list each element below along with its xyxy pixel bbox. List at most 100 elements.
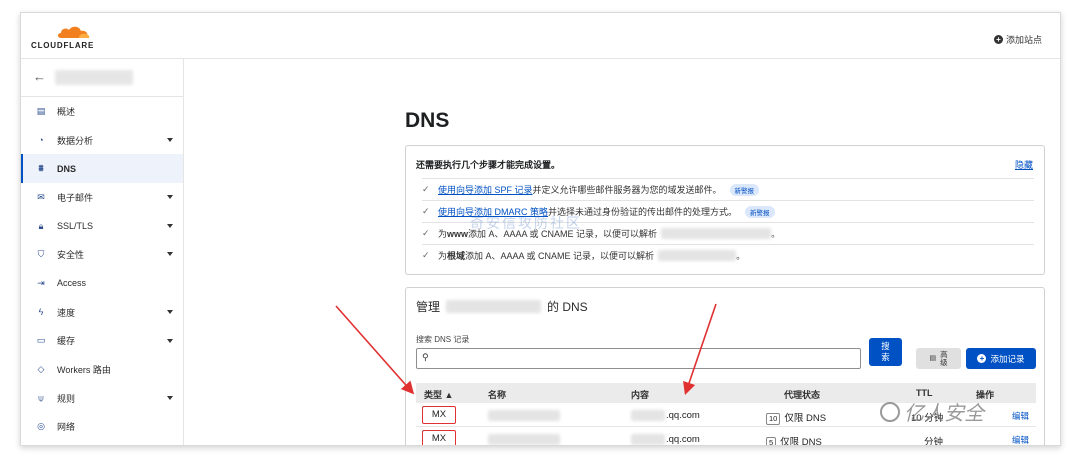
sidebar-item-4[interactable]: 🔒︎ SSL/TLS — [21, 212, 183, 241]
search-button[interactable]: 搜 索 — [869, 338, 902, 366]
sidebar-back-row: ← — [21, 59, 183, 97]
check-icon: ✓ — [422, 250, 430, 260]
top-bar: CLOUDFLARE + 添加站点 — [21, 13, 1060, 59]
sidebar-item-label: 安全性 — [57, 250, 85, 261]
table-row[interactable]: MX .qq.com 5 仅限 DNS 分钟 编辑 — [416, 428, 1036, 446]
cloudflare-logo[interactable]: CLOUDFLARE — [31, 25, 101, 53]
check-icon: ✓ — [422, 206, 430, 216]
sidebar-item-label: 数据分析 — [57, 135, 94, 146]
new-alert-badge: 新警报 — [745, 205, 775, 218]
proxy-status: 10 仅限 DNS — [766, 410, 826, 425]
sidebar-item-label: 网络 — [57, 422, 76, 433]
location-icon: ◎ — [37, 421, 45, 432]
record-type: MX — [422, 430, 456, 445]
add-site-button[interactable]: + 添加站点 — [993, 33, 1042, 46]
col-content: 内容 — [631, 390, 650, 400]
col-name: 名称 — [488, 390, 507, 400]
email-icon: ✉ — [37, 191, 45, 202]
search-icon: ⚲ — [422, 352, 429, 362]
edit-link[interactable]: 编辑 — [1012, 410, 1029, 422]
sidebar-item-label: Workers 路由 — [57, 365, 111, 376]
proxy-status: 5 仅限 DNS — [766, 434, 822, 445]
chevron-down-icon — [167, 338, 173, 343]
setup-step-spf: ✓ 使用向导添加 SPF 记录 并定义允许哪些邮件服务器为您的域发送邮件。 新警… — [422, 178, 1034, 200]
wechat-icon — [880, 401, 900, 422]
sidebar-item-7[interactable]: ϟ 速度 — [21, 298, 183, 327]
new-alert-badge: 新警报 — [729, 183, 760, 196]
root-step-prefix: 为 — [438, 251, 448, 261]
sidebar-item-5[interactable]: ⛉ 安全性 — [21, 240, 183, 269]
col-type[interactable]: 类型 ▲ — [424, 388, 453, 401]
dns-heading: 管理 的 DNS — [416, 298, 588, 315]
clock-chart-icon: ◔ — [38, 135, 44, 146]
sidebar-item-8[interactable]: ▭ 缓存 — [21, 327, 183, 356]
chevron-down-icon — [167, 137, 173, 142]
setup-card: 还需要执行几个步骤才能完成设置。 隐藏 ✓ 使用向导添加 SPF 记录 并定义允… — [405, 145, 1045, 275]
spf-wizard-link[interactable]: 使用向导添加 SPF 记录 — [438, 183, 533, 196]
root-step-suffix: 。 — [736, 251, 746, 261]
sidebar-nav: ▤ 概述 ◔ 数据分析 ⩩ DNS ✉ 电子邮件 🔒︎ SSL/TLS ⛉ 安全性 ⇥ Access ϟ 速度… — [21, 97, 183, 441]
lock-icon: 🔒︎ — [38, 220, 44, 231]
chevron-down-icon — [167, 252, 173, 257]
record-content: .qq.com — [666, 434, 700, 445]
priority-tag: 5 — [766, 437, 777, 445]
sidebar-item-0[interactable]: ▤ 概述 — [21, 97, 183, 126]
redacted-content — [631, 410, 665, 421]
record-type: MX — [422, 406, 456, 424]
sidebar-item-label: 规则 — [57, 393, 76, 404]
www-step-suffix: 。 — [771, 229, 781, 239]
sidebar-item-10[interactable]: ⍦ 规则 — [21, 384, 183, 413]
document-icon: ▤ — [36, 105, 46, 116]
dns-heading-suffix: 的 DNS — [547, 300, 588, 314]
sidebar-item-2[interactable]: ⩩ DNS — [21, 154, 183, 184]
sidebar-item-label: Access — [57, 278, 87, 289]
plus-circle-icon: + — [977, 354, 987, 363]
page-title: DNS — [405, 109, 450, 132]
dns-heading-prefix: 管理 — [416, 300, 441, 314]
chevron-down-icon — [167, 195, 173, 200]
add-record-button[interactable]: + 添加记录 — [966, 348, 1036, 369]
check-icon: ✓ — [422, 228, 430, 238]
redacted-domain — [661, 228, 772, 239]
search-input[interactable]: ⚲ — [416, 348, 861, 369]
record-ttl: 分钟 — [924, 437, 944, 446]
shield-icon: ⛉ — [37, 249, 45, 260]
check-icon: ✓ — [422, 184, 430, 194]
sidebar-item-label: 概述 — [57, 106, 76, 117]
storage-icon: ▭ — [36, 335, 46, 346]
sidebar-item-label: 速度 — [57, 307, 76, 318]
redacted-content — [631, 434, 665, 445]
watermark-center: 奇安信攻防社区 — [470, 215, 582, 231]
domain-name-redacted — [55, 70, 133, 85]
network-icon: ⩩ — [38, 163, 44, 174]
sidebar-item-6[interactable]: ⇥ Access — [21, 269, 183, 298]
www-step-bold: www — [447, 228, 469, 239]
sidebar-item-1[interactable]: ◔ 数据分析 — [21, 126, 183, 155]
priority-tag: 10 — [766, 413, 781, 425]
sidebar-item-label: DNS — [57, 163, 77, 174]
www-step-prefix: 为 — [438, 229, 448, 239]
lightning-icon: ϟ — [38, 307, 44, 318]
sidebar-item-label: 电子邮件 — [57, 192, 94, 203]
watermark-corner: 亿人安全 — [880, 397, 984, 426]
root-step-bold: 根域 — [447, 251, 466, 261]
filter-icon: ▤ — [929, 354, 937, 362]
chevron-down-icon — [167, 223, 173, 228]
sidebar-item-label: SSL/TLS — [57, 221, 94, 232]
edit-link[interactable]: 编辑 — [1012, 434, 1029, 445]
sidebar-item-9[interactable]: ◇ Workers 路由 — [21, 355, 183, 384]
sidebar: ← ▤ 概述 ◔ 数据分析 ⩩ DNS ✉ 电子邮件 🔒︎ SSL/TLS ⛉ 安全性 ⇥ Access ϟ… — [21, 59, 184, 445]
rules-icon: ⍦ — [38, 392, 44, 403]
setup-title: 还需要执行几个步骤才能完成设置。 — [416, 160, 561, 170]
logo-text: CLOUDFLARE — [31, 41, 95, 50]
redacted-domain — [446, 300, 542, 313]
search-label: 搜索 DNS 记录 — [416, 335, 470, 344]
sidebar-item-11[interactable]: ◎ 网络 — [21, 413, 183, 442]
sidebar-item-3[interactable]: ✉ 电子邮件 — [21, 183, 183, 212]
record-content: .qq.com — [666, 410, 700, 421]
add-site-label: 添加站点 — [1005, 35, 1042, 45]
hide-link[interactable]: 隐藏 — [1015, 158, 1033, 171]
back-arrow-icon[interactable]: ← — [33, 69, 46, 84]
spf-step-text: 并定义允许哪些邮件服务器为您的域发送邮件。 — [532, 185, 722, 195]
advanced-button[interactable]: ▤ 高 级 — [916, 348, 961, 369]
